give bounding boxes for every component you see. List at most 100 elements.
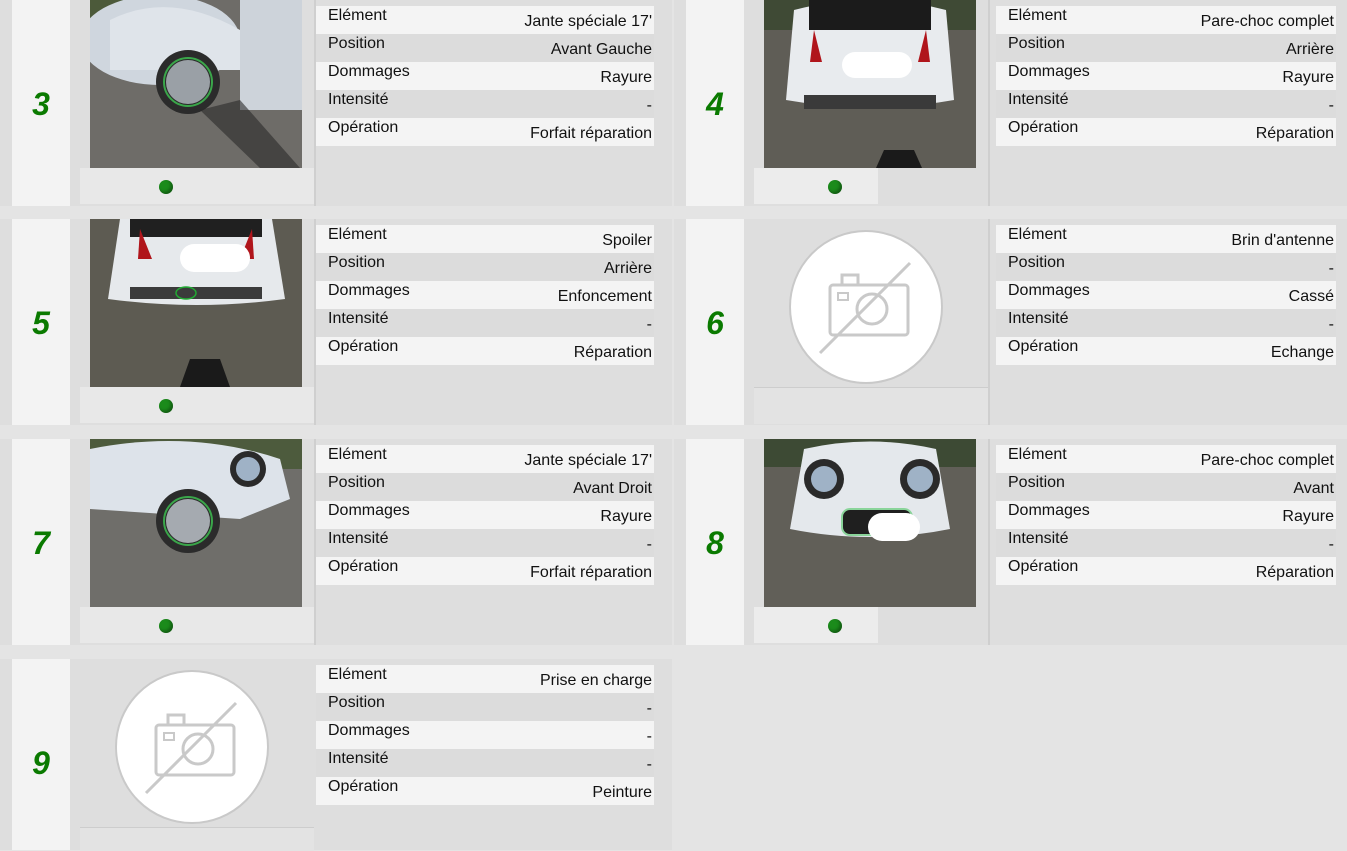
value-element: Jante spéciale 17' (524, 13, 652, 30)
damage-card: 7 Elément Jante spéciale 17' Position Avan… (0, 439, 672, 645)
photo-status-bar (754, 607, 878, 643)
label-intensite: Intensité (328, 91, 389, 108)
card-number-column: 5 (12, 219, 70, 425)
damage-details-table: Elément Brin d'antenne Position - Dommages… (996, 225, 1336, 365)
no-photo-icon (112, 667, 272, 827)
value-element: Brin d'antenne (1231, 232, 1334, 249)
value-element: Pare-choc complet (1200, 13, 1334, 30)
row-operation: Opération Echange (996, 337, 1336, 365)
status-dot-icon (159, 399, 173, 413)
value-intensite: - (1328, 536, 1334, 553)
divider (988, 439, 990, 645)
label-operation: Opération (328, 119, 399, 136)
label-dommages: Dommages (1008, 282, 1090, 299)
card-number-column: 6 (686, 219, 744, 425)
value-dommages: - (646, 728, 652, 745)
damage-details-table: Elément Jante spéciale 17' Position Avant … (316, 445, 654, 585)
value-element: Pare-choc complet (1200, 452, 1334, 469)
label-operation: Opération (1008, 119, 1079, 136)
damage-card: 5 Elément Spoiler Position Arrière Dommage… (0, 219, 672, 425)
card-number-column: 7 (12, 439, 70, 645)
status-dot-icon (159, 619, 173, 633)
damage-details-table: Elément Spoiler Position Arrière Dommages E… (316, 225, 654, 365)
card-number: 7 (32, 525, 50, 561)
label-intensite: Intensité (328, 530, 389, 547)
value-dommages: Cassé (1288, 288, 1334, 305)
value-dommages: Rayure (1282, 69, 1334, 86)
value-element: Spoiler (602, 232, 652, 249)
label-element: Elément (328, 226, 387, 243)
value-operation: Echange (1270, 344, 1334, 361)
label-operation: Opération (1008, 338, 1079, 355)
row-operation: Opération Réparation (316, 337, 654, 365)
damage-details-table: Elément Pare-choc complet Position Arrière… (996, 6, 1336, 146)
row-operation: Opération Réparation (996, 557, 1336, 585)
label-intensite: Intensité (1008, 91, 1069, 108)
value-position: - (1328, 260, 1334, 277)
label-element: Elément (1008, 7, 1067, 24)
card-number: 9 (32, 745, 50, 781)
label-dommages: Dommages (328, 502, 410, 519)
damage-details-table: Elément Prise en charge Position - Dommage… (316, 665, 654, 805)
label-intensite: Intensité (1008, 310, 1069, 327)
label-dommages: Dommages (328, 722, 410, 739)
card-number-column: 4 (686, 0, 744, 206)
value-position: Avant (1293, 480, 1334, 497)
label-position: Position (1008, 35, 1065, 52)
label-operation: Opération (328, 558, 399, 575)
divider (988, 219, 990, 425)
value-intensite: - (646, 97, 652, 114)
damage-photo[interactable] (764, 0, 976, 168)
value-element: Prise en charge (539, 672, 652, 689)
value-position: Avant Droit (573, 480, 652, 497)
label-element: Elément (1008, 226, 1067, 243)
label-operation: Opération (1008, 558, 1079, 575)
label-dommages: Dommages (1008, 63, 1090, 80)
label-position: Position (328, 474, 385, 491)
photo-status-bar (80, 607, 314, 643)
label-position: Position (328, 254, 385, 271)
value-intensite: - (1328, 97, 1334, 114)
value-position: Arrière (1285, 41, 1334, 58)
damage-details-table: Elément Pare-choc complet Position Avant D… (996, 445, 1336, 585)
status-dot-icon (828, 619, 842, 633)
damage-photo[interactable] (764, 439, 976, 607)
label-dommages: Dommages (328, 282, 410, 299)
value-position: - (646, 700, 652, 717)
label-element: Elément (328, 666, 387, 683)
label-element: Elément (328, 7, 387, 24)
value-operation: Réparation (1255, 125, 1334, 142)
photo-status-bar (754, 168, 878, 204)
photo-status-bar (80, 827, 314, 851)
damage-grid: 3 Elément Jante spéciale 17' Position Avan… (0, 0, 1347, 851)
card-number: 8 (706, 525, 724, 561)
damage-photo[interactable] (90, 0, 302, 168)
label-dommages: Dommages (1008, 502, 1090, 519)
value-element: Jante spéciale 17' (524, 452, 652, 469)
damage-card: 9 Elément Prise en charge Position - Domma… (0, 659, 672, 851)
value-dommages: Enfoncement (557, 288, 652, 305)
value-dommages: Rayure (1282, 508, 1334, 525)
label-position: Position (1008, 474, 1065, 491)
value-operation: Forfait réparation (530, 125, 652, 142)
card-number-column: 9 (12, 659, 70, 850)
value-intensite: - (646, 316, 652, 333)
row-operation: Opération Forfait réparation (316, 557, 654, 585)
label-position: Position (1008, 254, 1065, 271)
card-number: 6 (706, 305, 724, 341)
damage-photo[interactable] (90, 439, 302, 607)
damage-card: 3 Elément Jante spéciale 17' Position Avan… (0, 0, 672, 206)
value-operation: Peinture (592, 784, 652, 801)
value-position: Avant Gauche (550, 41, 652, 58)
value-operation: Forfait réparation (530, 564, 652, 581)
label-dommages: Dommages (328, 63, 410, 80)
value-position: Arrière (603, 260, 652, 277)
row-operation: Opération Réparation (996, 118, 1336, 146)
card-number-column: 3 (12, 0, 70, 206)
label-operation: Opération (328, 778, 399, 795)
photo-status-bar (80, 168, 314, 204)
value-intensite: - (646, 756, 652, 773)
damage-photo[interactable] (90, 219, 302, 387)
damage-card: 6 Elément Brin d'antenne Position - Dommag… (674, 219, 1347, 425)
no-photo-icon (786, 227, 946, 387)
